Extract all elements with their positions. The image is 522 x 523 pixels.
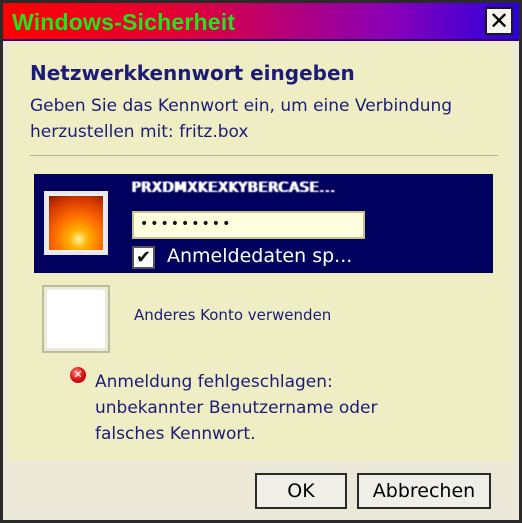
window-title: Windows-Sicherheit — [12, 9, 236, 35]
other-account-label[interactable]: Anderes Konto verwenden — [134, 306, 331, 324]
credential-tile-selected[interactable]: PRXDMXKEXKYBERCASE... ••••••••• ✔ Anmeld… — [34, 174, 493, 273]
ok-button[interactable]: OK — [255, 473, 347, 509]
dialog-heading: Netzwerkkennwort eingeben — [30, 61, 355, 85]
flower-avatar-icon — [44, 191, 108, 255]
error-icon: ✕ — [70, 367, 86, 383]
error-message: Anmeldung fehlgeschlagen: unbekannter Be… — [95, 372, 378, 444]
close-button[interactable]: ✕ — [485, 7, 513, 35]
close-icon: ✕ — [488, 7, 510, 35]
username-text: PRXDMXKEXKYBERCASE... — [132, 180, 336, 196]
remember-credentials-label[interactable]: Anmeldedaten sp... — [167, 245, 352, 267]
title-bar[interactable]: Windows-Sicherheit ✕ — [3, 3, 519, 41]
button-bar: OK Abbrechen — [9, 461, 513, 518]
error-x-glyph: ✕ — [73, 368, 83, 381]
remember-credentials-checkbox[interactable]: ✔ — [132, 246, 155, 269]
dialog-description: Geben Sie das Kennwort ein, um eine Verb… — [30, 96, 453, 142]
security-dialog-window: Windows-Sicherheit ✕ Netzwerkkennwort ei… — [0, 0, 522, 523]
other-account-avatar-icon[interactable] — [42, 285, 110, 353]
cancel-button[interactable]: Abbrechen — [357, 473, 491, 509]
dialog-content: Netzwerkkennwort eingeben Geben Sie das … — [9, 43, 513, 461]
separator — [30, 155, 498, 156]
avatar-picture — [49, 196, 103, 250]
checkmark-icon: ✔ — [135, 247, 152, 268]
password-field[interactable]: ••••••••• — [132, 211, 365, 239]
